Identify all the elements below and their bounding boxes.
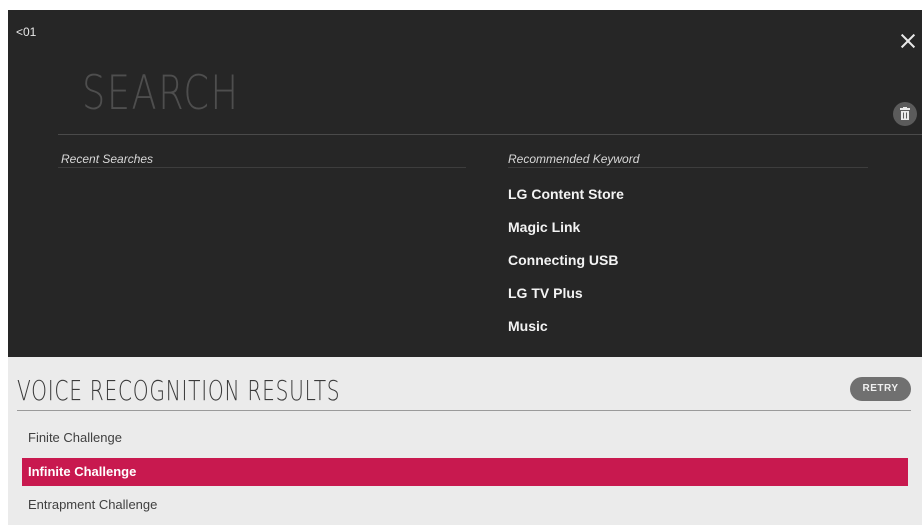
back-button[interactable]: <01 [16, 25, 36, 39]
recent-searches-title: Recent Searches [61, 152, 154, 166]
search-screen: <01 SEARCH Recent Searches Recommended K… [8, 10, 922, 525]
close-icon[interactable] [899, 32, 917, 50]
search-input[interactable]: SEARCH [82, 66, 240, 121]
retry-button[interactable]: RETRY [850, 377, 911, 401]
trash-icon[interactable] [893, 102, 917, 126]
recommended-keyword-title: Recommended Keyword [508, 152, 640, 166]
keyword-item[interactable]: Connecting USB [508, 252, 624, 285]
voice-result-item[interactable]: Finite Challenge [22, 424, 908, 452]
search-divider [58, 134, 922, 135]
voice-result-item[interactable]: Entrapment Challenge [22, 491, 908, 519]
search-panel: <01 SEARCH Recent Searches Recommended K… [8, 10, 922, 357]
voice-results-panel: VOICE RECOGNITION RESULTS RETRY Finite C… [8, 357, 922, 525]
recommended-keyword-divider [508, 167, 868, 168]
keyword-item[interactable]: LG Content Store [508, 186, 624, 219]
keyword-item[interactable]: LG TV Plus [508, 285, 624, 318]
voice-results-title: VOICE RECOGNITION RESULTS [17, 374, 341, 407]
keyword-item[interactable]: Magic Link [508, 219, 624, 252]
voice-results-divider [17, 410, 911, 411]
keyword-item[interactable]: Music [508, 318, 624, 351]
recommended-keyword-list: LG Content Store Magic Link Connecting U… [508, 186, 624, 351]
voice-result-item-selected[interactable]: Infinite Challenge [22, 458, 908, 486]
recent-searches-divider [58, 167, 466, 168]
